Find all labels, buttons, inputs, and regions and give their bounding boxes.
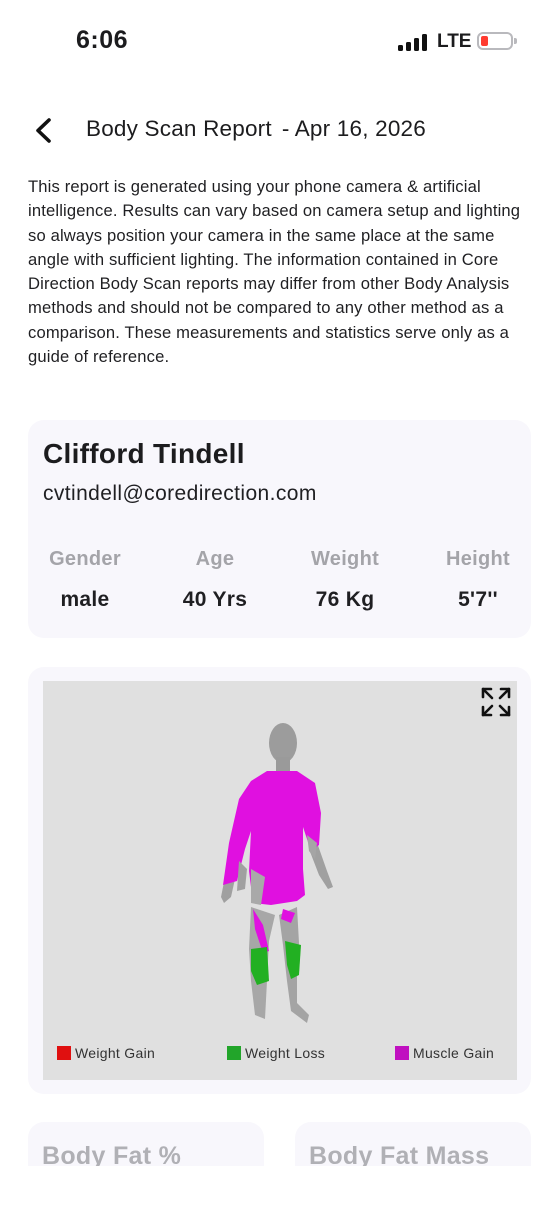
- stat-gender: Gender male: [25, 548, 145, 612]
- page-header: Body Scan Report - Apr 16, 2026: [0, 104, 560, 156]
- status-bar: 6:06 LTE: [0, 0, 560, 84]
- report-date: - Apr 16, 2026: [281, 116, 426, 141]
- stat-value: 76 Kg: [315, 588, 375, 611]
- legend-item-weight-gain: Weight Gain: [57, 1045, 155, 1061]
- legend-swatch: [395, 1046, 409, 1060]
- legend-label: Muscle Gain: [413, 1045, 495, 1061]
- status-time: 6:06: [76, 26, 129, 54]
- user-email: cvtindell@coredirection.com: [43, 482, 317, 505]
- legend-swatch: [227, 1046, 241, 1060]
- back-button[interactable]: [28, 110, 64, 150]
- stat-label: Gender: [49, 548, 121, 570]
- legend-label: Weight Gain: [75, 1045, 156, 1061]
- legend-item-weight-loss: Weight Loss: [227, 1045, 325, 1061]
- stat-value: male: [60, 588, 110, 611]
- stat-label: Age: [195, 548, 235, 570]
- body-scan-figure: [221, 723, 333, 1023]
- profile-stats: Gender male Age 40 Yrs Weight 76 Kg Heig…: [28, 548, 531, 628]
- stat-label: Weight: [310, 548, 380, 570]
- legend: Weight Gain Weight Loss Muscle Gain: [57, 1045, 505, 1067]
- stat-weight: Weight 76 Kg: [285, 548, 405, 612]
- report-disclaimer: This report is generated using your phon…: [28, 177, 521, 367]
- chevron-left-icon: [36, 118, 51, 143]
- body-model-viewer[interactable]: Weight Gain Weight Loss Muscle Gain: [43, 681, 517, 1080]
- page-title: Body Scan Report - Apr 16, 2026: [86, 116, 426, 142]
- user-name: Clifford Tindell: [43, 438, 245, 469]
- legend-swatch: [57, 1046, 71, 1060]
- stat-value: 5'7'': [458, 588, 498, 611]
- page-title-text: Body Scan Report: [86, 116, 272, 141]
- legend-label: Weight Loss: [245, 1045, 326, 1061]
- stat-height: Height 5'7'': [418, 548, 538, 612]
- stat-label: Height: [445, 548, 511, 570]
- bottom-overlay: [0, 1166, 560, 1214]
- expand-button[interactable]: [479, 685, 513, 719]
- expand-arrows-icon: [481, 687, 511, 717]
- stat-value: 40 Yrs: [182, 588, 248, 611]
- legend-item-muscle-gain: Muscle Gain: [395, 1045, 494, 1061]
- body-model-card: Weight Gain Weight Loss Muscle Gain: [28, 667, 531, 1094]
- stat-age: Age 40 Yrs: [155, 548, 275, 612]
- profile-card: Clifford Tindell cvtindell@coredirection…: [28, 420, 531, 638]
- battery-icon: [477, 32, 517, 50]
- cellular-signal-icon: [398, 33, 428, 51]
- network-type: LTE: [437, 31, 472, 52]
